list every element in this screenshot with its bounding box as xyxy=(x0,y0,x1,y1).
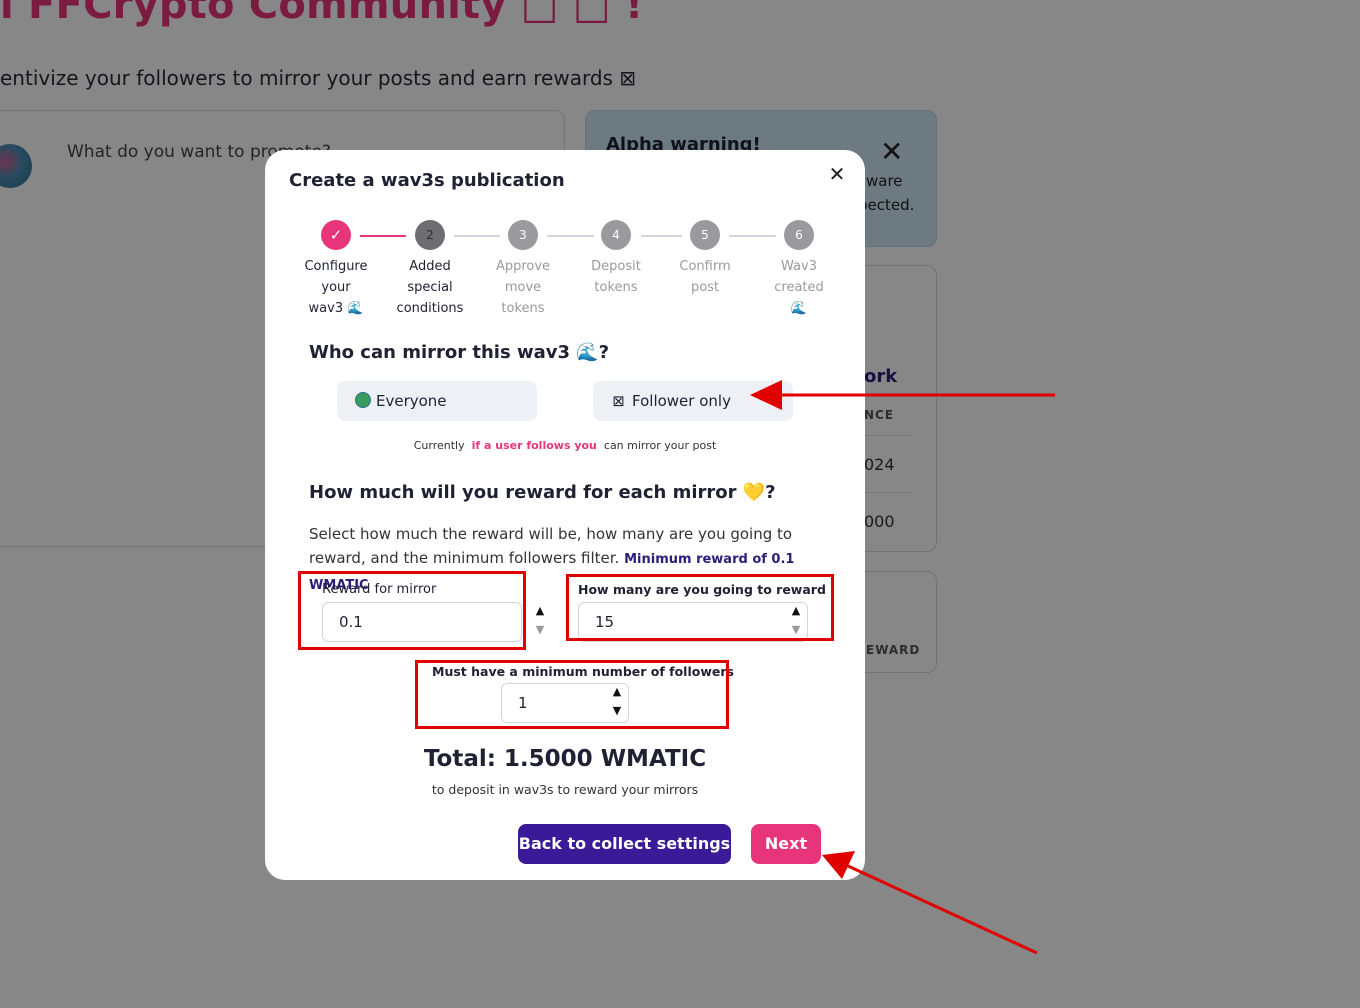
step-label-line: wav3 🌊 xyxy=(308,301,364,316)
step-number: 5 xyxy=(690,220,720,250)
status-suffix: can mirror your post xyxy=(603,439,717,452)
decrement-arrow-icon[interactable]: ▼ xyxy=(531,621,549,638)
step-label-line: tokens xyxy=(501,301,545,316)
step-label: Deposit tokens xyxy=(571,256,661,298)
step-deposit-tokens: 4 Deposit tokens xyxy=(571,220,661,298)
total-caption: to deposit in wav3s to reward your mirro… xyxy=(431,782,699,797)
follower-only-option[interactable]: ⊠ Follower only xyxy=(593,381,793,421)
everyone-option[interactable]: Everyone xyxy=(337,381,537,421)
step-special-conditions: 2 Added special conditions xyxy=(385,220,475,319)
step-label: Added special conditions xyxy=(385,256,475,319)
annotation-box xyxy=(415,660,729,729)
check-icon: ✓ xyxy=(321,220,351,250)
reward-section-title: How much will you reward for each mirror… xyxy=(309,482,776,503)
follower-icon: ⊠ xyxy=(612,392,625,410)
increment-arrow-icon[interactable]: ▲ xyxy=(531,602,549,619)
mirror-section-title: Who can mirror this wav3 🌊? xyxy=(309,342,610,363)
close-icon[interactable]: ✕ xyxy=(825,162,849,186)
annotation-box xyxy=(566,574,834,641)
step-label: Wav3 created 🌊 xyxy=(754,256,844,319)
step-number: 6 xyxy=(784,220,814,250)
step-label-line: 🌊 xyxy=(790,301,808,316)
step-label-line: Deposit xyxy=(591,259,641,274)
step-label-line: tokens xyxy=(594,280,638,295)
step-label-line: your xyxy=(321,280,351,295)
mirror-status-text: Currently if a user follows you can mirr… xyxy=(265,439,865,452)
step-label: Configure your wav3 🌊 xyxy=(291,256,381,319)
step-label-line: created xyxy=(774,280,824,295)
step-configure: ✓ Configure your wav3 🌊 xyxy=(291,220,381,319)
step-label-line: conditions xyxy=(396,301,464,316)
step-label-line: move xyxy=(504,280,542,295)
step-label-line: special xyxy=(407,280,453,295)
status-highlight: if a user follows you xyxy=(471,439,597,452)
next-button[interactable]: Next xyxy=(751,824,821,864)
step-label: Confirm post xyxy=(660,256,750,298)
step-wav3-created: 6 Wav3 created 🌊 xyxy=(754,220,844,319)
step-label: Approve move tokens xyxy=(478,256,568,319)
step-number: 3 xyxy=(508,220,538,250)
step-label-line: Confirm xyxy=(679,259,731,274)
everyone-option-label: Everyone xyxy=(376,392,447,410)
create-publication-modal: Create a wav3s publication ✕ ✓ Configure… xyxy=(265,150,865,880)
modal-title: Create a wav3s publication xyxy=(289,170,565,191)
annotation-box xyxy=(298,571,526,650)
follower-only-option-label: Follower only xyxy=(632,392,731,410)
step-label-line: Configure xyxy=(304,259,368,274)
globe-icon xyxy=(355,381,371,421)
step-label-line: Wav3 xyxy=(781,259,817,274)
step-number: 4 xyxy=(601,220,631,250)
step-label-line: post xyxy=(690,280,720,295)
step-label-line: Added xyxy=(409,259,451,274)
step-confirm-post: 5 Confirm post xyxy=(660,220,750,298)
step-number: 2 xyxy=(415,220,445,250)
total-amount: Total: 1.5000 WMATIC xyxy=(423,746,707,772)
step-approve-tokens: 3 Approve move tokens xyxy=(478,220,568,319)
back-to-collect-settings-button[interactable]: Back to collect settings xyxy=(518,824,731,864)
step-label-line: Approve xyxy=(495,259,551,274)
status-prefix: Currently xyxy=(413,439,465,452)
